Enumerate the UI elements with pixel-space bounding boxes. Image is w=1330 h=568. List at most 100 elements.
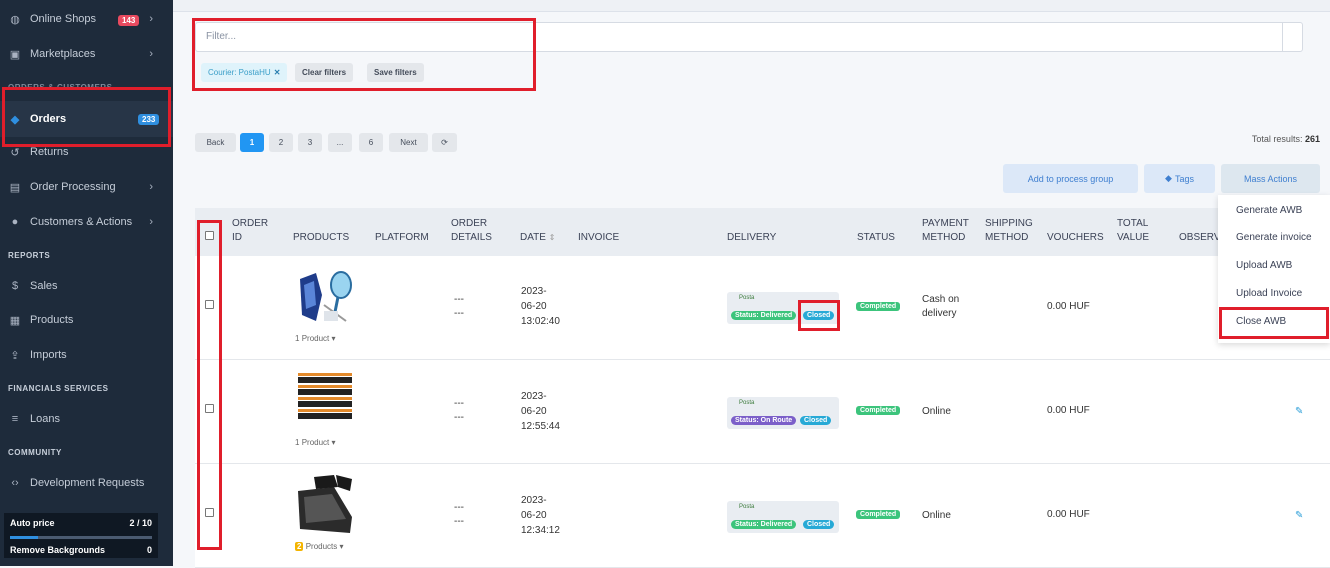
product-thumbnail[interactable] [294,265,356,327]
courier-logo: Posta [739,504,755,510]
sidebar-item-imports[interactable]: ⇪ Imports [0,343,173,367]
product-thumbnail[interactable] [294,473,356,535]
row-checkbox[interactable] [205,508,214,517]
sidebar-item-online-shops[interactable]: ◍ Online Shops 143 › [0,7,173,31]
table-row[interactable]: 1 Product ▾ --- --- 2023- 06-20 13:02:40 Po… [195,256,1330,360]
menu-item-close-awb[interactable]: Close AWB [1236,316,1286,327]
orders-badge: 233 [138,114,160,125]
delivery-card: Posta Status: On Route Closed [727,397,839,429]
sidebar-item-label: Imports [30,349,67,361]
vouchers-value: 0.00 HUF [1047,509,1090,520]
menu-item-generate-invoice[interactable]: Generate invoice [1236,232,1312,243]
chevron-right-icon: › [149,216,153,228]
order-details: --- --- [454,502,464,527]
coins-icon: ≡ [11,413,19,425]
total-label: Total results: [1251,134,1303,144]
sidebar-item-products[interactable]: ▦ Products [0,308,173,332]
edit-icon[interactable]: ✎ [1295,406,1303,417]
sort-icon: ⇕ [548,233,556,242]
remove-chip-icon[interactable]: ✕ [274,68,281,77]
closed-badge: Closed [803,311,835,320]
pager-back-button[interactable]: Back [195,133,236,152]
sidebar-item-loans[interactable]: ≡ Loans [0,407,173,431]
vouchers-value: 0.00 HUF [1047,301,1090,312]
sidebar-item-label: Development Requests [30,477,145,489]
add-to-process-group-button[interactable]: Add to process group [1003,164,1138,193]
col-observations: OBSERV [1179,232,1221,243]
sidebar-item-label: Marketplaces [30,48,96,60]
status-badge: Completed [856,510,901,519]
col-date[interactable]: DATE ⇕ [520,231,555,245]
select-all-checkbox[interactable] [205,231,214,240]
pager-page-2[interactable]: 2 [269,133,293,152]
closed-badge: Closed [803,520,835,529]
courier-logo: Posta [739,295,755,301]
courier-chip-label: Courier: PostaHU [208,68,271,77]
pager-page-3[interactable]: 3 [298,133,322,152]
pager-next-button[interactable]: Next [389,133,428,152]
undo-icon: ↺ [10,146,20,159]
sidebar: ◍ Online Shops 143 › ▣ Marketplaces › OR… [0,0,173,566]
table-row[interactable]: 2 Products ▾ --- --- 2023- 06-20 12:34:12 P… [195,464,1330,568]
clear-filters-button[interactable]: Clear filters [295,63,354,82]
section-orders-customers: ORDERS & CUSTOMERS [8,83,113,89]
order-date: 2023- 06-20 13:02:40 [521,286,560,327]
product-count[interactable]: 1 Product ▾ [295,334,336,343]
upload-icon: ⇪ [10,349,20,362]
top-strip [173,0,1330,12]
truck-icon: ▤ [9,181,21,194]
col-status: STATUS [857,232,895,243]
filter-input[interactable]: Filter... [195,22,1303,52]
menu-item-upload-invoice[interactable]: Upload Invoice [1236,288,1302,299]
sidebar-item-dev-requests[interactable]: ‹› Development Requests [0,471,173,495]
closed-badge: Closed [800,416,832,425]
remove-bg-label: Remove Backgrounds [10,545,106,555]
tag-icon: ◆ [1165,173,1172,183]
chevron-right-icon: › [149,13,153,25]
pager-page-1[interactable]: 1 [240,133,264,152]
row-checkbox[interactable] [205,404,214,413]
col-delivery: DELIVERY [727,232,777,243]
col-products: PRODUCTS [293,232,350,243]
sidebar-item-marketplaces[interactable]: ▣ Marketplaces › [0,42,173,66]
sidebar-item-orders[interactable]: ◆ Orders 233 [0,101,173,137]
product-count[interactable]: 1 Product ▾ [295,438,336,447]
courier-filter-chip[interactable]: Courier: PostaHU ✕ [201,63,288,82]
col-order-details: ORDER DETAILS [451,218,492,243]
remove-bg-value: 0 [146,545,152,555]
product-count[interactable]: 2 Products ▾ [295,542,344,551]
edit-icon[interactable]: ✎ [1295,510,1303,521]
courier-logo: Posta [739,400,755,406]
status-badge: Completed [856,302,901,311]
main-content: Filter... Courier: PostaHU ✕ Clear filte… [173,0,1330,568]
auto-price-value: 2 / 10 [129,518,152,528]
sidebar-item-label: Online Shops [30,13,97,25]
online-shops-badge: 143 [118,15,140,26]
sidebar-item-label: Loans [30,413,60,425]
chevron-right-icon: › [149,48,153,60]
delivery-card: Posta Status: Delivered Closed [727,292,839,324]
section-community: COMMUNITY [8,448,62,457]
pager-ellipsis: ... [328,133,352,152]
row-checkbox[interactable] [205,300,214,309]
menu-item-upload-awb[interactable]: Upload AWB [1236,260,1292,271]
payment-method: Cash on delivery [922,294,960,319]
sidebar-item-label: Products [30,314,74,326]
total-results: Total results: 261 [1252,134,1320,144]
sidebar-item-label: Orders [30,113,67,125]
sidebar-item-returns[interactable]: ↺ Returns [0,140,173,164]
sidebar-item-customers[interactable]: ● Customers & Actions › [0,210,173,234]
tags-button[interactable]: ◆ Tags [1144,164,1215,193]
chevron-right-icon: › [149,181,153,193]
refresh-icon[interactable]: ⟳ [432,133,457,152]
product-thumbnail[interactable] [294,369,356,431]
sidebar-item-order-processing[interactable]: ▤ Order Processing › [0,175,173,199]
mass-actions-button[interactable]: Mass Actions [1221,164,1320,193]
order-details: --- --- [454,398,464,423]
sidebar-item-sales[interactable]: $ Sales [0,274,173,298]
table-row[interactable]: 1 Product ▾ --- --- 2023- 06-20 12:55:44 Po… [195,360,1330,464]
pager-page-6[interactable]: 6 [359,133,383,152]
menu-item-generate-awb[interactable]: Generate AWB [1236,205,1302,216]
save-filters-button[interactable]: Save filters [367,63,424,82]
boxes-icon: ▦ [9,314,21,327]
